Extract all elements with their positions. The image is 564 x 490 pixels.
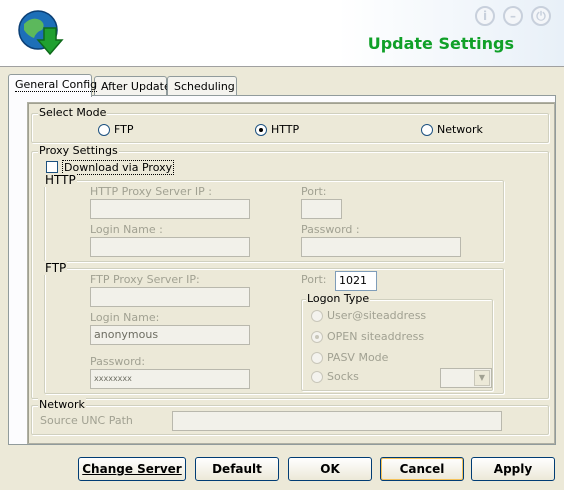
network-group: Network Source UNC Path bbox=[31, 398, 549, 435]
http-login-label: Login Name : bbox=[90, 223, 163, 236]
http-server-ip-field[interactable] bbox=[90, 199, 250, 219]
tab-scheduling[interactable]: Scheduling bbox=[167, 76, 237, 96]
header: i – ⏻ Update Settings bbox=[0, 0, 564, 66]
mode-http-radio[interactable] bbox=[255, 124, 267, 136]
info-icon[interactable]: i bbox=[475, 6, 495, 26]
logon-open-radio[interactable] bbox=[311, 331, 323, 343]
general-config-panel: Select Mode FTP HTTP Network Proxy Setti… bbox=[8, 95, 556, 445]
logon-pasv-label: PASV Mode bbox=[327, 351, 389, 364]
http-password-field[interactable] bbox=[301, 237, 461, 257]
ftp-port-field[interactable]: 1021 bbox=[335, 271, 377, 291]
ftp-server-ip-label: FTP Proxy Server IP: bbox=[90, 273, 200, 286]
proxy-settings-group: Proxy Settings Download via Proxy HTTP H… bbox=[31, 144, 549, 399]
ftp-password-field[interactable]: xxxxxxxx bbox=[90, 369, 250, 389]
panel-frame: Select Mode FTP HTTP Network Proxy Setti… bbox=[27, 102, 555, 444]
proxy-settings-legend: Proxy Settings bbox=[38, 144, 119, 157]
mode-ftp-label: FTP bbox=[114, 123, 134, 136]
socks-version-select[interactable]: ▼ bbox=[440, 368, 492, 388]
logon-type-group: Logon Type User@siteaddress OPEN siteadd… bbox=[301, 292, 493, 391]
ftp-proxy-group: FTP FTP Proxy Server IP: Port: 1021 Logi… bbox=[44, 261, 504, 394]
unc-path-field[interactable] bbox=[172, 411, 502, 431]
network-legend: Network bbox=[38, 398, 86, 411]
http-server-ip-label: HTTP Proxy Server IP : bbox=[90, 185, 212, 198]
logon-type-legend: Logon Type bbox=[306, 292, 371, 305]
logon-user-radio[interactable] bbox=[311, 310, 323, 322]
minimize-icon[interactable]: – bbox=[503, 6, 523, 26]
apply-button[interactable]: Apply bbox=[471, 457, 555, 481]
header-divider bbox=[0, 66, 564, 67]
ftp-login-field[interactable]: anonymous bbox=[90, 325, 250, 345]
http-legend: HTTP bbox=[44, 173, 77, 187]
power-icon[interactable]: ⏻ bbox=[531, 6, 551, 26]
mode-http-label: HTTP bbox=[271, 123, 300, 136]
globe-download-icon bbox=[18, 10, 64, 56]
mode-ftp-radio[interactable] bbox=[98, 124, 110, 136]
chevron-down-icon[interactable]: ▼ bbox=[474, 370, 490, 386]
http-login-field[interactable] bbox=[90, 237, 250, 257]
http-proxy-group: HTTP HTTP Proxy Server IP : Port: Login … bbox=[44, 173, 504, 262]
mode-network-radio[interactable] bbox=[421, 124, 433, 136]
http-password-label: Password : bbox=[301, 223, 360, 236]
logon-user-label: User@siteaddress bbox=[327, 309, 427, 322]
ftp-legend: FTP bbox=[44, 261, 68, 275]
logon-pasv-radio[interactable] bbox=[311, 352, 323, 364]
tab-general-config[interactable]: General Config bbox=[8, 74, 98, 97]
cancel-button[interactable]: Cancel bbox=[380, 457, 464, 481]
download-via-proxy-label: Download via Proxy bbox=[62, 160, 175, 175]
page-title: Update Settings bbox=[367, 34, 514, 53]
default-button[interactable]: Default bbox=[195, 457, 279, 481]
http-port-label: Port: bbox=[301, 185, 327, 198]
ftp-port-label: Port: bbox=[301, 273, 327, 286]
logon-socks-radio[interactable] bbox=[311, 371, 323, 383]
ftp-login-label: Login Name: bbox=[90, 311, 160, 324]
download-via-proxy-checkbox[interactable] bbox=[46, 161, 58, 173]
http-port-field[interactable] bbox=[301, 199, 342, 219]
change-server-button[interactable]: Change Server bbox=[78, 457, 186, 481]
logon-socks-label: Socks bbox=[327, 370, 359, 383]
select-mode-legend: Select Mode bbox=[38, 106, 108, 119]
tab-after-update[interactable]: After Update bbox=[94, 76, 171, 96]
select-mode-group: Select Mode FTP HTTP Network bbox=[31, 106, 549, 143]
ok-button[interactable]: OK bbox=[288, 457, 372, 481]
ftp-password-label: Password: bbox=[90, 355, 146, 368]
logon-open-label: OPEN siteaddress bbox=[327, 330, 425, 343]
mode-network-label: Network bbox=[437, 123, 483, 136]
ftp-server-ip-field[interactable] bbox=[90, 287, 250, 307]
unc-path-label: Source UNC Path bbox=[40, 414, 133, 427]
